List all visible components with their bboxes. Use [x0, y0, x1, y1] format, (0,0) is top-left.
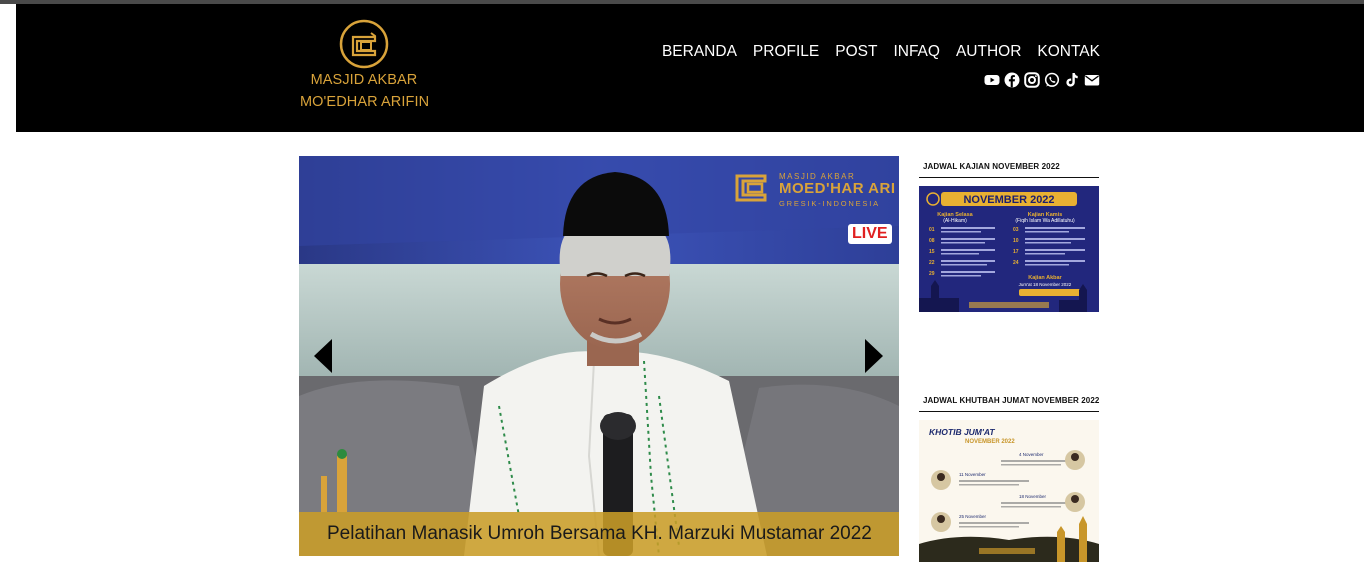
poster1-date-l0: 01 — [929, 227, 935, 233]
nav-kontak[interactable]: KONTAK — [1037, 41, 1100, 63]
poster2-entry-2: 18 November — [1019, 494, 1047, 499]
poster1-date-l3: 22 — [929, 260, 935, 266]
nav-beranda[interactable]: BERANDA — [662, 41, 737, 63]
featured-slider[interactable]: MASJID AKBAR MOED'HAR ARI GRESIK-INDONES… — [299, 156, 899, 556]
poster1-right-sub: (Fiqih Islam Wa Adillatuhu) — [1015, 218, 1075, 224]
youtube-icon[interactable] — [984, 72, 1000, 88]
poster1-date-r3: 24 — [1013, 260, 1019, 266]
poster1-akbar-date: Jum'at 18 November 2022 — [1019, 282, 1072, 287]
nav-infaq[interactable]: INFAQ — [893, 41, 940, 63]
poster1-date-r2: 17 — [1013, 249, 1019, 255]
slide-caption-bar: Pelatihan Manasik Umroh Bersama KH. Marz… — [299, 512, 899, 556]
poster1-date-l2: 15 — [929, 249, 935, 255]
live-badge: LIVE — [848, 224, 892, 244]
facebook-icon[interactable] — [1004, 72, 1020, 88]
khutbah-schedule-poster[interactable]: KHOTIB JUM'AT NOVEMBER 2022 4 November 1… — [919, 420, 1099, 567]
tiktok-icon[interactable] — [1064, 72, 1080, 88]
nav-post[interactable]: POST — [835, 41, 877, 63]
slide-caption[interactable]: Pelatihan Manasik Umroh Bersama KH. Marz… — [327, 523, 872, 545]
poster2-entry-1: 11 November — [959, 472, 986, 477]
stream-overlay-brand: MASJID AKBAR MOED'HAR ARI GRESIK-INDONES… — [733, 168, 899, 212]
poster2-heading2: NOVEMBER 2022 — [965, 439, 1015, 445]
nav-author[interactable]: AUTHOR — [956, 41, 1021, 63]
overlay-logo-icon — [735, 174, 767, 202]
brand-name-line1: MASJID AKBAR — [310, 72, 418, 88]
main-nav: BERANDA PROFILE POST INFAQ AUTHOR KONTAK — [662, 41, 1100, 63]
poster1-left-sub: (Al-Hikam) — [943, 218, 967, 224]
poster1-heading: NOVEMBER 2022 — [963, 194, 1054, 206]
instagram-icon[interactable] — [1024, 72, 1040, 88]
kajian-schedule-poster[interactable]: NOVEMBER 2022 Kajian Selasa (Al-Hikam) K… — [919, 186, 1099, 317]
poster1-date-r1: 10 — [1013, 238, 1019, 244]
overlay-location-text: GRESIK-INDONESIA — [779, 199, 880, 208]
poster1-date-r0: 03 — [1013, 227, 1019, 233]
social-links — [984, 72, 1100, 88]
brand-name-line2: MO'EDHAR ARIFIN — [300, 94, 430, 110]
email-icon[interactable] — [1084, 72, 1100, 88]
poster1-akbar: Kajian Akbar — [1028, 275, 1062, 281]
poster2-entry-3: 25 November — [959, 514, 987, 519]
widget-title-kajian: JADWAL KAJIAN NOVEMBER 2022 — [919, 156, 1099, 178]
site-brand[interactable]: MASJID AKBAR MO'EDHAR ARIFIN — [300, 19, 430, 113]
whatsapp-icon[interactable] — [1044, 72, 1060, 88]
slider-next-arrow-icon[interactable] — [863, 338, 885, 374]
widget-jadwal-khutbah: JADWAL KHUTBAH JUMAT NOVEMBER 2022 KHOTI… — [919, 390, 1099, 567]
poster1-date-l1: 08 — [929, 238, 935, 244]
nav-profile[interactable]: PROFILE — [753, 41, 819, 63]
overlay-big-text: MOED'HAR ARI — [779, 180, 896, 197]
slide-photo — [299, 156, 899, 556]
site-header: MASJID AKBAR MO'EDHAR ARIFIN BERANDA PRO… — [16, 4, 1364, 132]
poster2-entry-0: 4 November — [1019, 452, 1044, 457]
mosque-logo-icon — [339, 19, 389, 69]
widget-title-khutbah: JADWAL KHUTBAH JUMAT NOVEMBER 2022 — [919, 390, 1099, 412]
slider-prev-arrow-icon[interactable] — [312, 338, 334, 374]
widget-jadwal-kajian: JADWAL KAJIAN NOVEMBER 2022 NOVEMBER 202… — [919, 156, 1099, 317]
poster1-date-l4: 29 — [929, 271, 935, 277]
poster2-heading1: KHOTIB JUM'AT — [929, 427, 995, 437]
